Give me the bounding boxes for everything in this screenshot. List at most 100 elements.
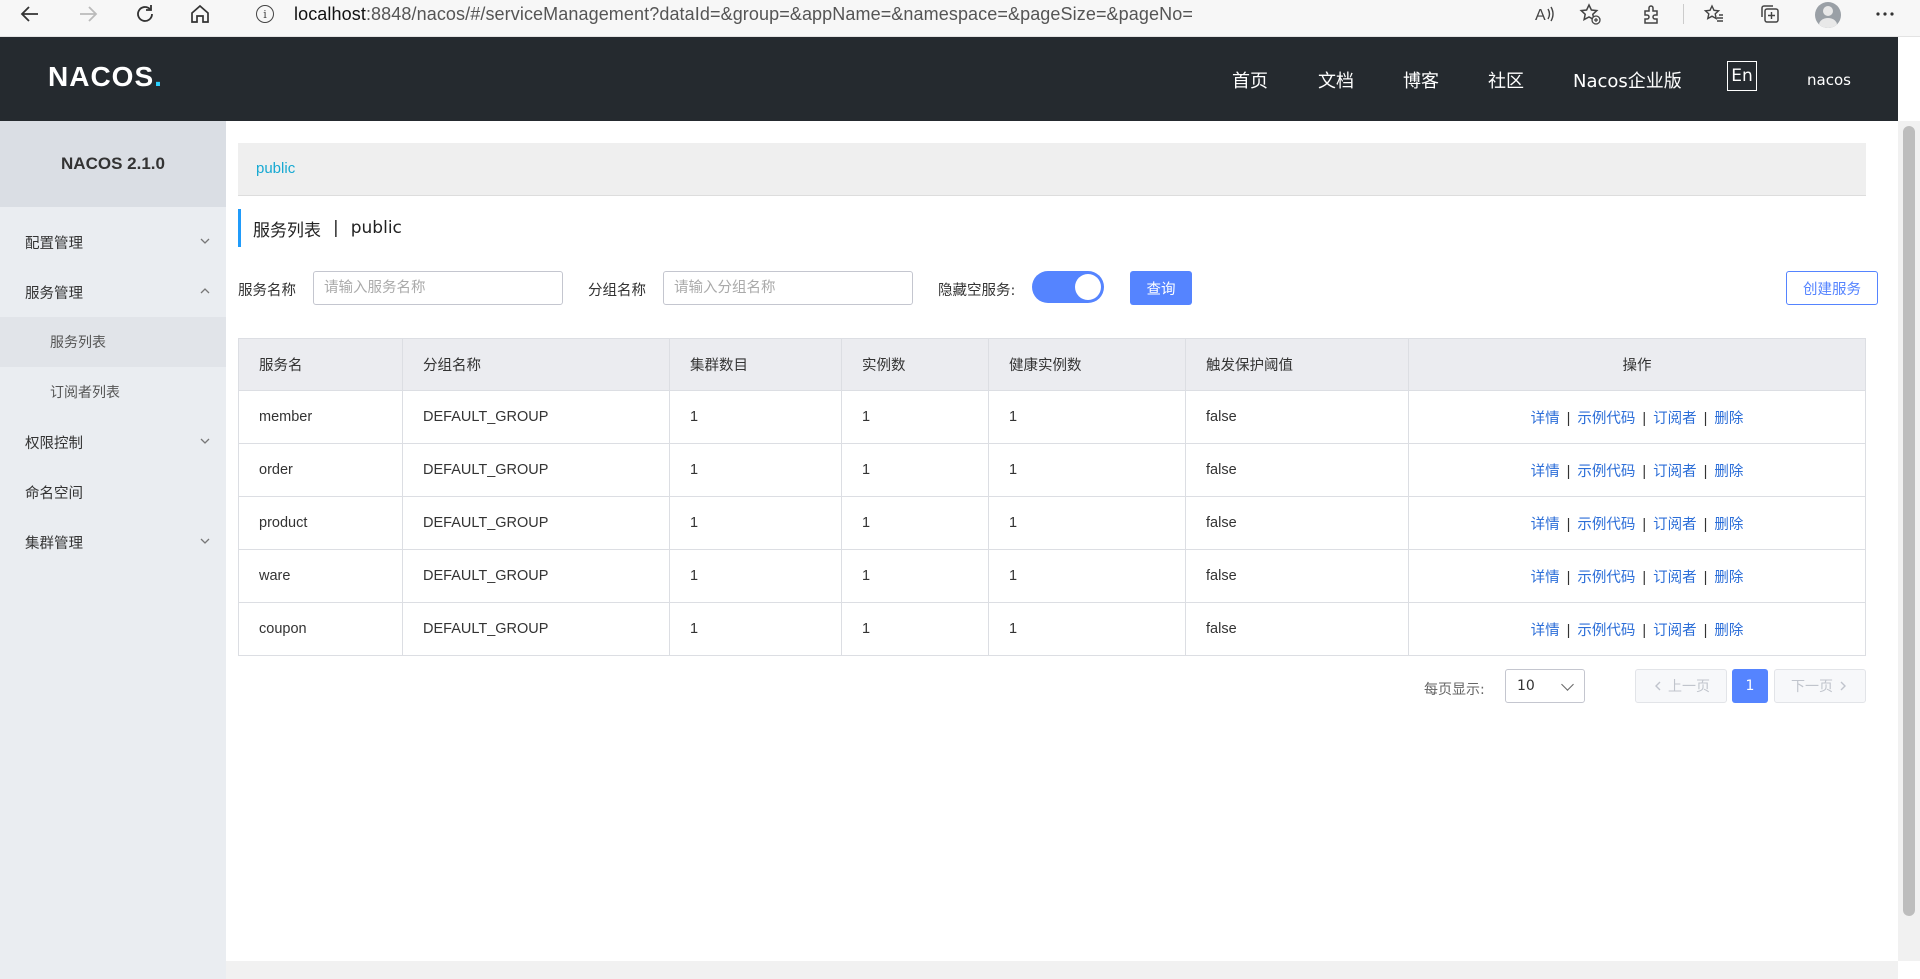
page-title: 服务列表 | public [238, 209, 402, 247]
sidebar-subitem-service-list[interactable]: 服务列表 [0, 317, 226, 367]
page-namespace: public [350, 218, 402, 238]
protect-threshold-cell: false [1185, 390, 1409, 444]
sample-code-link[interactable]: 示例代码 [1577, 411, 1635, 427]
sample-code-link[interactable]: 示例代码 [1577, 517, 1635, 533]
sample-code-link[interactable]: 示例代码 [1577, 464, 1635, 480]
delete-link[interactable]: 删除 [1714, 464, 1743, 480]
detail-link[interactable]: 详情 [1531, 623, 1560, 639]
group-name-cell: DEFAULT_GROUP [402, 390, 670, 444]
operations-cell: 详情 | 示例代码 | 订阅者 | 删除 [1408, 390, 1866, 444]
page-size-value: 10 [1517, 678, 1535, 694]
protect-threshold-cell: false [1185, 496, 1409, 550]
sidebar-item-service[interactable]: 服务管理 [0, 267, 226, 317]
nav-enterprise[interactable]: Nacos企业版 [1573, 67, 1682, 93]
protect-threshold-cell: false [1185, 549, 1409, 603]
sidebar-item-namespace[interactable]: 命名空间 [0, 467, 226, 517]
chevron-left-icon [1655, 681, 1661, 691]
sidebar-item-config[interactable]: 配置管理 [0, 217, 226, 267]
hide-empty-toggle[interactable] [1032, 271, 1104, 303]
group-name-input[interactable] [663, 271, 913, 305]
group-name-cell: DEFAULT_GROUP [402, 496, 670, 550]
collections-icon[interactable] [1752, 0, 1788, 28]
cluster-count-cell: 1 [669, 390, 842, 444]
sidebar: NACOS 2.1.0 配置管理 服务管理 服务列表 订阅者列表 权限控制 命名… [0, 121, 226, 979]
sample-code-link[interactable]: 示例代码 [1577, 570, 1635, 586]
delete-link[interactable]: 删除 [1714, 411, 1743, 427]
browser-toolbar: i localhost:8848/nacos/#/serviceManageme… [0, 0, 1920, 37]
service-table: 服务名 分组名称 集群数目 实例数 健康实例数 触发保护阈值 操作 member… [238, 338, 1866, 656]
horizontal-scrollbar[interactable] [226, 961, 1898, 979]
sidebar-item-cluster[interactable]: 集群管理 [0, 517, 226, 567]
action-separator: | [1566, 410, 1571, 427]
service-name-input[interactable] [313, 271, 563, 305]
subscribers-link[interactable]: 订阅者 [1653, 464, 1697, 480]
col-instance-count: 实例数 [841, 338, 989, 391]
col-cluster-count: 集群数目 [669, 338, 842, 391]
nav-docs[interactable]: 文档 [1318, 67, 1354, 93]
query-button[interactable]: 查询 [1130, 271, 1192, 305]
url-text[interactable]: localhost:8848/nacos/#/serviceManagement… [294, 4, 1193, 25]
delete-link[interactable]: 删除 [1714, 570, 1743, 586]
action-separator: | [1703, 463, 1708, 480]
subscribers-link[interactable]: 订阅者 [1653, 517, 1697, 533]
cluster-count-cell: 1 [669, 443, 842, 497]
subscribers-link[interactable]: 订阅者 [1653, 623, 1697, 639]
nav-community[interactable]: 社区 [1488, 67, 1524, 93]
sidebar-item-label: 配置管理 [25, 235, 83, 252]
nacos-logo[interactable]: NAC OS. [48, 57, 163, 97]
operations-cell: 详情 | 示例代码 | 订阅者 | 删除 [1408, 443, 1866, 497]
subscribers-link[interactable]: 订阅者 [1653, 411, 1697, 427]
detail-link[interactable]: 详情 [1531, 464, 1560, 480]
info-icon[interactable]: i [256, 5, 274, 23]
user-menu[interactable]: nacos [1807, 71, 1851, 89]
cluster-count-cell: 1 [669, 549, 842, 603]
create-service-button[interactable]: 创建服务 [1786, 271, 1878, 305]
next-page-label: 下一页 [1791, 679, 1833, 695]
protect-threshold-cell: false [1185, 443, 1409, 497]
sidebar-item-auth[interactable]: 权限控制 [0, 417, 226, 467]
page-number-1[interactable]: 1 [1732, 669, 1768, 703]
instance-count-cell: 1 [841, 496, 989, 550]
table-row: coupon DEFAULT_GROUP 1 1 1 false 详情 | 示例代码 | 订阅者 | 删… [238, 602, 1866, 656]
page-title-text: 服务列表 [253, 220, 321, 241]
vertical-scrollbar[interactable] [1898, 121, 1920, 961]
action-separator: | [1703, 516, 1708, 533]
sample-code-link[interactable]: 示例代码 [1577, 623, 1635, 639]
next-page-button[interactable]: 下一页 [1774, 669, 1866, 703]
action-separator: | [1703, 410, 1708, 427]
namespace-bar: public [238, 143, 1866, 196]
detail-link[interactable]: 详情 [1531, 517, 1560, 533]
action-separator: | [1703, 569, 1708, 586]
sidebar-item-label: 服务管理 [25, 285, 83, 302]
cluster-count-cell: 1 [669, 602, 842, 656]
operations-cell: 详情 | 示例代码 | 订阅者 | 删除 [1408, 602, 1866, 656]
detail-link[interactable]: 详情 [1531, 570, 1560, 586]
sidebar-subitem-subscriber-list[interactable]: 订阅者列表 [0, 367, 226, 417]
page-size-select[interactable]: 10 [1505, 669, 1585, 703]
prev-page-label: 上一页 [1668, 679, 1710, 695]
healthy-count-cell: 1 [988, 443, 1186, 497]
nav-home[interactable]: 首页 [1232, 67, 1268, 93]
favorites-icon[interactable] [1696, 0, 1732, 28]
nav-blog[interactable]: 博客 [1403, 67, 1439, 93]
profile-icon[interactable] [1815, 2, 1841, 28]
extensions-icon[interactable] [1634, 0, 1670, 28]
delete-link[interactable]: 删除 [1714, 517, 1743, 533]
language-switch-button[interactable]: En [1727, 61, 1757, 91]
detail-link[interactable]: 详情 [1531, 411, 1560, 427]
back-icon[interactable] [12, 0, 48, 28]
delete-link[interactable]: 删除 [1714, 623, 1743, 639]
reload-icon[interactable] [127, 0, 163, 28]
more-icon[interactable] [1867, 0, 1903, 28]
home-icon[interactable] [182, 0, 218, 28]
namespace-public[interactable]: public [256, 160, 295, 177]
operations-cell: 详情 | 示例代码 | 订阅者 | 删除 [1408, 496, 1866, 550]
address-bar[interactable]: i localhost:8848/nacos/#/serviceManageme… [238, 0, 1618, 28]
subscribers-link[interactable]: 订阅者 [1653, 570, 1697, 586]
forward-icon[interactable] [70, 0, 106, 28]
favorite-add-icon[interactable] [1572, 0, 1608, 28]
scrollbar-thumb[interactable] [1903, 126, 1915, 916]
col-protect-threshold: 触发保护阈值 [1185, 338, 1409, 391]
prev-page-button[interactable]: 上一页 [1635, 669, 1727, 703]
read-aloud-icon[interactable]: A [1526, 0, 1562, 28]
